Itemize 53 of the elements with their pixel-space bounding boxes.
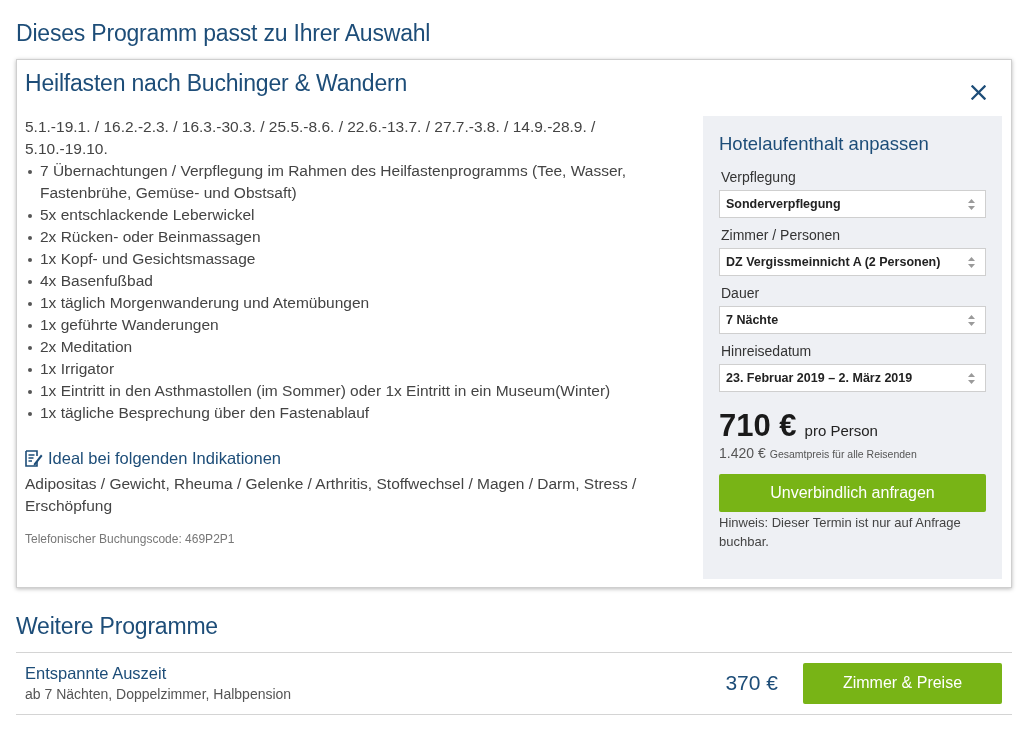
bullet-icon xyxy=(28,412,32,416)
feature-text: 2x Meditation xyxy=(40,337,133,357)
bullet-icon xyxy=(28,368,32,372)
indications-text: Adipositas / Gewicht, Rheuma / Gelenke / Arthritis, Stoffwechsel / Magen / Darm, Stress / Erschöpfung xyxy=(25,474,638,516)
section-heading: Dieses Programm passt zu Ihrer Auswahl xyxy=(16,19,432,47)
program-details: ab 7 Nächten, Doppelzimmer, Halbpension xyxy=(25,685,293,704)
document-edit-icon xyxy=(25,449,43,467)
program-title: Heilfasten nach Buchinger & Wandern xyxy=(25,69,408,98)
feature-text: 4x Basenfußbad xyxy=(40,271,153,291)
booking-code: Telefonischer Buchungscode: 469P2P1 xyxy=(25,531,236,547)
program-price: 370 € xyxy=(725,671,778,695)
feature-text: 1x geführte Wanderungen xyxy=(40,315,219,335)
bullet-icon xyxy=(28,170,32,174)
field-label: Dauer xyxy=(721,284,761,302)
select-field[interactable]: DZ Vergissmeinnicht A (2 Personen) xyxy=(719,248,986,276)
feature-text: 1x Irrigator xyxy=(40,359,115,379)
field-label: Verpflegung xyxy=(721,168,797,186)
close-button[interactable] xyxy=(970,84,986,100)
feature-text: 1x Kopf- und Gesichtsmassage xyxy=(40,249,256,269)
section-heading: Weitere Programme xyxy=(16,612,219,640)
field-label: Hinreisedatum xyxy=(721,342,813,360)
bullet-icon xyxy=(28,258,32,262)
feature-text: 1x täglich Morgenwanderung und Atemübungen xyxy=(40,293,370,313)
bullet-icon xyxy=(28,280,32,284)
bullet-icon xyxy=(28,302,32,306)
price-amount: 710 € xyxy=(719,408,797,444)
note-text: Hinweis: Dieser Termin ist nur auf Anfrage buchbar. xyxy=(719,514,962,551)
bullet-icon xyxy=(28,214,32,218)
feature-text: 2x Rücken- oder Beinmassagen xyxy=(40,227,261,247)
bullet-icon xyxy=(28,236,32,240)
select-field[interactable]: 23. Februar 2019 – 2. März 2019 xyxy=(719,364,986,392)
panel-title: Hotelaufenthalt anpassen xyxy=(719,132,930,156)
select-field[interactable]: 7 Nächte xyxy=(719,306,986,334)
indications-heading: Ideal bei folgenden Indikationen xyxy=(48,448,282,469)
sort-arrows-icon xyxy=(968,372,975,384)
feature-text: 5x entschlackende Leberwickel xyxy=(40,205,255,225)
program-name: Entspannte Auszeit xyxy=(25,663,168,684)
sort-arrows-icon xyxy=(968,198,975,210)
feature-text: 7 Übernachtungen / Verpflegung im Rahmen des Heilfastenprogramms (Tee, Wasser, Fastenbrühe, Gemüse- und Obstsaft) xyxy=(40,161,628,203)
close-icon xyxy=(970,84,986,100)
bullet-icon xyxy=(28,346,32,350)
feature-text: 1x Eintritt in den Asthmastollen (im Sommer) oder 1x Eintritt in ein Museum(Winter) xyxy=(40,381,611,401)
sort-arrows-icon xyxy=(968,256,975,268)
total-price: 1.420 € xyxy=(719,444,766,462)
price-unit: pro Person xyxy=(804,422,878,439)
date-list: 5.1.-19.1. / 16.2.-2.3. / 16.3.-30.3. / 25.5.-8.6. / 22.6.-13.7. / 27.7.-3.8. / 14.9.-28.9. / 5.10.-19.10. xyxy=(25,116,655,160)
sort-arrows-icon xyxy=(968,314,975,326)
total-label: Gesamtpreis für alle Reisenden xyxy=(769,447,917,462)
bullet-icon xyxy=(28,324,32,328)
feature-text: 1x tägliche Besprechung über den Fastenablauf xyxy=(40,403,370,423)
field-label: Zimmer / Personen xyxy=(721,226,842,244)
bullet-icon xyxy=(28,390,32,394)
select-field[interactable]: Sonderverpflegung xyxy=(719,190,986,218)
